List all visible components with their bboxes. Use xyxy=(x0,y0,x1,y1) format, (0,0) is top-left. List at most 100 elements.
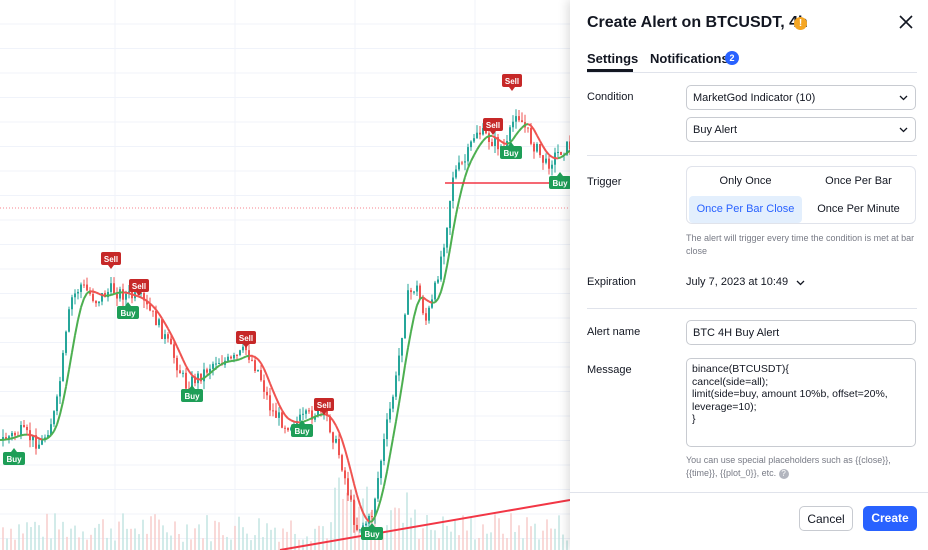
moving-average-segment xyxy=(356,494,361,506)
candle-body xyxy=(182,372,184,374)
moving-average-segment xyxy=(29,433,34,437)
chevron-down-icon xyxy=(899,127,908,133)
moving-average-segment xyxy=(317,413,322,417)
close-icon[interactable] xyxy=(898,14,914,30)
candle-body xyxy=(92,293,94,301)
moving-average-segment xyxy=(245,354,250,358)
moving-average-segment xyxy=(512,134,517,140)
candle-body xyxy=(266,391,268,396)
volume-bar xyxy=(462,515,464,550)
candle-body xyxy=(359,529,361,531)
volume-bar xyxy=(326,538,328,550)
candle-body xyxy=(281,412,283,428)
volume-bar xyxy=(178,533,180,550)
moving-average-segment xyxy=(383,471,388,487)
candle-body xyxy=(212,363,214,369)
moving-average-segment xyxy=(515,130,520,136)
candle-body xyxy=(116,293,118,299)
section-divider xyxy=(587,155,917,156)
candle-body xyxy=(527,127,529,129)
moving-average-segment xyxy=(140,296,145,300)
volume-bar xyxy=(478,537,480,550)
trigger-once-per-bar[interactable]: Once Per Bar xyxy=(802,168,915,195)
create-button[interactable]: Create xyxy=(863,506,917,531)
candle-body xyxy=(446,227,448,248)
moving-average-segment xyxy=(164,322,169,330)
candle-body xyxy=(80,284,82,292)
candle-body xyxy=(338,438,340,456)
candle-body xyxy=(233,354,235,359)
candle-body xyxy=(77,291,79,294)
trigger-only-once[interactable]: Only Once xyxy=(689,168,802,195)
candle-body xyxy=(275,410,277,418)
volume-bar xyxy=(446,525,448,550)
expiration-picker[interactable]: July 7, 2023 at 10:49 xyxy=(686,276,806,288)
volume-bar xyxy=(30,527,32,550)
volume-bar xyxy=(218,522,220,550)
candle-body xyxy=(410,290,412,293)
volume-bar xyxy=(118,521,120,550)
candle-body xyxy=(206,369,208,373)
trigger-once-per-minute[interactable]: Once Per Minute xyxy=(802,196,915,223)
condition-indicator-select[interactable]: MarketGod Indicator (10) xyxy=(686,85,916,110)
tab-notifications[interactable]: Notifications xyxy=(650,51,729,66)
moving-average-segment xyxy=(116,291,121,295)
candle-body xyxy=(215,363,217,365)
volume-bar xyxy=(22,533,24,550)
alert-name-input[interactable]: BTC 4H Buy Alert xyxy=(686,320,916,345)
volume-bar xyxy=(402,522,404,550)
cancel-button[interactable]: Cancel xyxy=(799,506,853,531)
moving-average-segment xyxy=(14,435,19,439)
volume-bar xyxy=(490,532,492,550)
moving-average-segment xyxy=(437,291,442,300)
volume-bar xyxy=(566,540,568,550)
condition-alert-value: Buy Alert xyxy=(693,124,738,136)
volume-bar xyxy=(78,537,80,550)
candle-body xyxy=(509,127,511,141)
volume-bar xyxy=(534,523,536,550)
volume-bar xyxy=(194,528,196,550)
volume-bar xyxy=(226,536,228,550)
candle-body xyxy=(41,440,43,445)
moving-average-segment xyxy=(479,140,484,146)
volume-bar xyxy=(290,520,292,550)
moving-average-segment xyxy=(536,134,541,142)
candle-body xyxy=(413,291,415,293)
moving-average-segment xyxy=(101,294,106,297)
candle-body xyxy=(179,370,181,374)
volume-bar xyxy=(522,538,524,550)
volume-bar xyxy=(202,538,204,550)
volume-bar xyxy=(278,541,280,550)
candle-body xyxy=(473,138,475,142)
warning-icon[interactable]: ! xyxy=(794,17,807,30)
volume-bar xyxy=(414,509,416,550)
candle-body xyxy=(227,356,229,361)
candle-body xyxy=(341,455,343,471)
message-hint: You can use special placeholders such as… xyxy=(686,454,916,480)
condition-alert-select[interactable]: Buy Alert xyxy=(686,117,916,142)
volume-bar xyxy=(266,523,268,550)
candle-body xyxy=(308,410,310,412)
moving-average-segment xyxy=(302,419,307,423)
candle-body xyxy=(389,408,391,420)
active-tab-indicator xyxy=(587,69,633,72)
volume-bar xyxy=(330,522,332,550)
volume-bar xyxy=(538,539,540,550)
moving-average-segment xyxy=(335,425,340,433)
message-textarea[interactable]: binance(BTCUSDT){ cancel(side=all); limi… xyxy=(686,358,916,447)
tab-settings[interactable]: Settings xyxy=(587,51,638,66)
candle-body xyxy=(152,310,154,312)
candle-body xyxy=(260,370,262,381)
trigger-once-per-bar-close[interactable]: Once Per Bar Close xyxy=(689,196,802,223)
candle-body xyxy=(512,121,514,128)
candle-body xyxy=(95,300,97,304)
create-alert-dialog: Create Alert on BTCUSDT, 4h ! Settings N… xyxy=(570,0,928,550)
volume-bar xyxy=(502,533,504,550)
help-icon[interactable]: ? xyxy=(778,468,789,479)
candle-body xyxy=(161,319,163,339)
sell-signal-pointer xyxy=(509,87,515,91)
candle-body xyxy=(416,285,418,292)
candle-body xyxy=(269,395,271,411)
chevron-down-icon xyxy=(796,280,805,286)
volume-bar xyxy=(150,516,152,550)
